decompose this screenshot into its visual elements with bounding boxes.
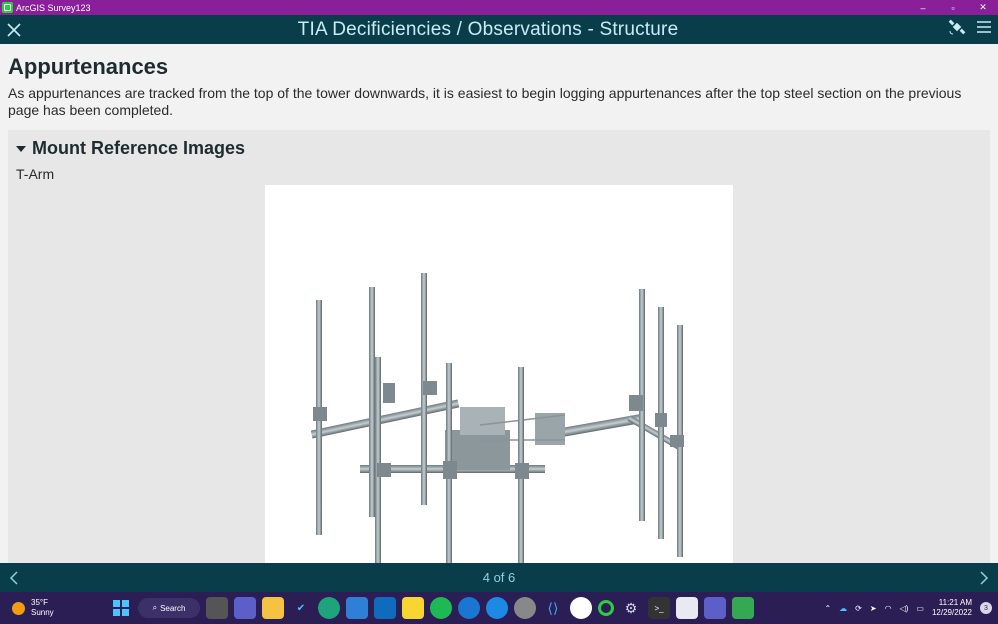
clock[interactable]: 11:21 AM 12/29/2022 xyxy=(932,598,972,618)
image-caption: T-Arm xyxy=(16,166,55,182)
battery-icon[interactable]: ▭ xyxy=(916,604,924,613)
survey123-app-icon xyxy=(2,2,13,13)
notification-badge[interactable]: 3 xyxy=(980,602,992,614)
chevron-left-icon xyxy=(9,570,18,585)
survey123-taskbar-icon[interactable] xyxy=(732,597,754,619)
menu-button[interactable] xyxy=(976,20,992,39)
terminal-icon[interactable]: >_ xyxy=(648,597,670,619)
sync-icon[interactable]: ⟳ xyxy=(855,604,862,613)
send-icon[interactable]: ➤ xyxy=(870,604,877,613)
sticky-notes-icon[interactable] xyxy=(402,597,424,619)
gps-satellite-button[interactable] xyxy=(948,18,966,41)
clock-date: 12/29/2022 xyxy=(931,608,972,617)
xbox-icon[interactable] xyxy=(514,597,536,619)
windows-taskbar: 35°F Sunny ⌕ Search ✔ ⟨⟩ ⚙ >_ ⌃ ☁ ⟳ ➤ ◠ … xyxy=(0,592,998,624)
mount-reference-group: Mount Reference Images T-Arm xyxy=(8,130,990,563)
survey-title: TIA Decificiencies / Observations - Stru… xyxy=(297,18,679,40)
app-icon-blue-1[interactable] xyxy=(458,597,480,619)
mail-icon[interactable] xyxy=(346,597,368,619)
todo-icon[interactable]: ✔ xyxy=(290,597,312,619)
outlook-icon[interactable] xyxy=(374,597,396,619)
app-icon-blue-2[interactable] xyxy=(486,597,508,619)
onedrive-icon[interactable]: ☁ xyxy=(839,604,847,613)
chevron-up-icon[interactable]: ⌃ xyxy=(824,604,831,613)
page-indicator: 4 of 6 xyxy=(482,570,516,585)
system-tray: ⌃ ☁ ⟳ ➤ ◠ ◁) ▭ 11:21 AM 12/29/2022 3 xyxy=(824,592,992,624)
search-label: Search xyxy=(160,603,186,613)
teams-chat-icon[interactable] xyxy=(234,597,256,619)
page-intro-text: As appurtenances are tracked from the to… xyxy=(8,85,962,118)
volume-icon[interactable]: ◁) xyxy=(900,604,909,613)
t-arm-mount-illustration xyxy=(310,273,684,563)
wifi-icon[interactable]: ◠ xyxy=(885,604,892,613)
store-icon[interactable] xyxy=(676,597,698,619)
footer-nav: 4 of 6 xyxy=(0,563,998,592)
form-content[interactable]: Appurtenances As appurtenances are track… xyxy=(0,44,998,563)
group-label: Mount Reference Images xyxy=(32,138,246,158)
search-icon: ⌕ xyxy=(152,603,158,612)
spotify-icon[interactable] xyxy=(430,597,452,619)
vscode-icon[interactable]: ⟨⟩ xyxy=(542,597,564,619)
satellite-icon xyxy=(948,19,966,35)
chevron-right-icon xyxy=(980,570,989,585)
hamburger-menu-icon xyxy=(977,21,991,33)
settings-gear-icon[interactable]: ⚙ xyxy=(620,597,642,619)
weather-desc: Sunny xyxy=(31,608,54,617)
start-button[interactable] xyxy=(110,597,132,619)
t-arm-reference-image xyxy=(265,185,733,563)
close-survey-button[interactable] xyxy=(0,15,28,44)
task-view-icon[interactable] xyxy=(206,597,228,619)
weather-widget[interactable]: 35°F Sunny xyxy=(0,598,110,618)
caret-down-icon xyxy=(16,145,26,152)
window-close-button[interactable]: ✕ xyxy=(968,2,998,13)
loading-ring-icon[interactable] xyxy=(598,600,614,616)
windows-logo-icon xyxy=(113,600,129,616)
sun-icon xyxy=(12,601,25,615)
previous-page-button[interactable] xyxy=(0,563,28,592)
restore-button[interactable]: ▫ xyxy=(938,3,968,13)
file-explorer-icon[interactable] xyxy=(262,597,284,619)
slack-icon[interactable] xyxy=(570,597,592,619)
window-titlebar: ArcGIS Survey123 – ▫ ✕ xyxy=(0,0,998,15)
taskbar-search[interactable]: ⌕ Search xyxy=(138,598,200,618)
clock-time: 11:21 AM xyxy=(938,598,972,607)
minimize-button[interactable]: – xyxy=(908,3,938,13)
weather-temp: 35°F xyxy=(31,598,48,607)
close-icon xyxy=(7,22,21,37)
next-page-button[interactable] xyxy=(970,563,998,592)
app-header: TIA Decificiencies / Observations - Stru… xyxy=(0,15,998,44)
group-toggle[interactable]: Mount Reference Images xyxy=(16,138,245,159)
edge-browser-icon[interactable] xyxy=(318,597,340,619)
teams-icon[interactable] xyxy=(704,597,726,619)
window-title: ArcGIS Survey123 xyxy=(16,2,91,13)
page-title: Appurtenances xyxy=(8,54,169,79)
